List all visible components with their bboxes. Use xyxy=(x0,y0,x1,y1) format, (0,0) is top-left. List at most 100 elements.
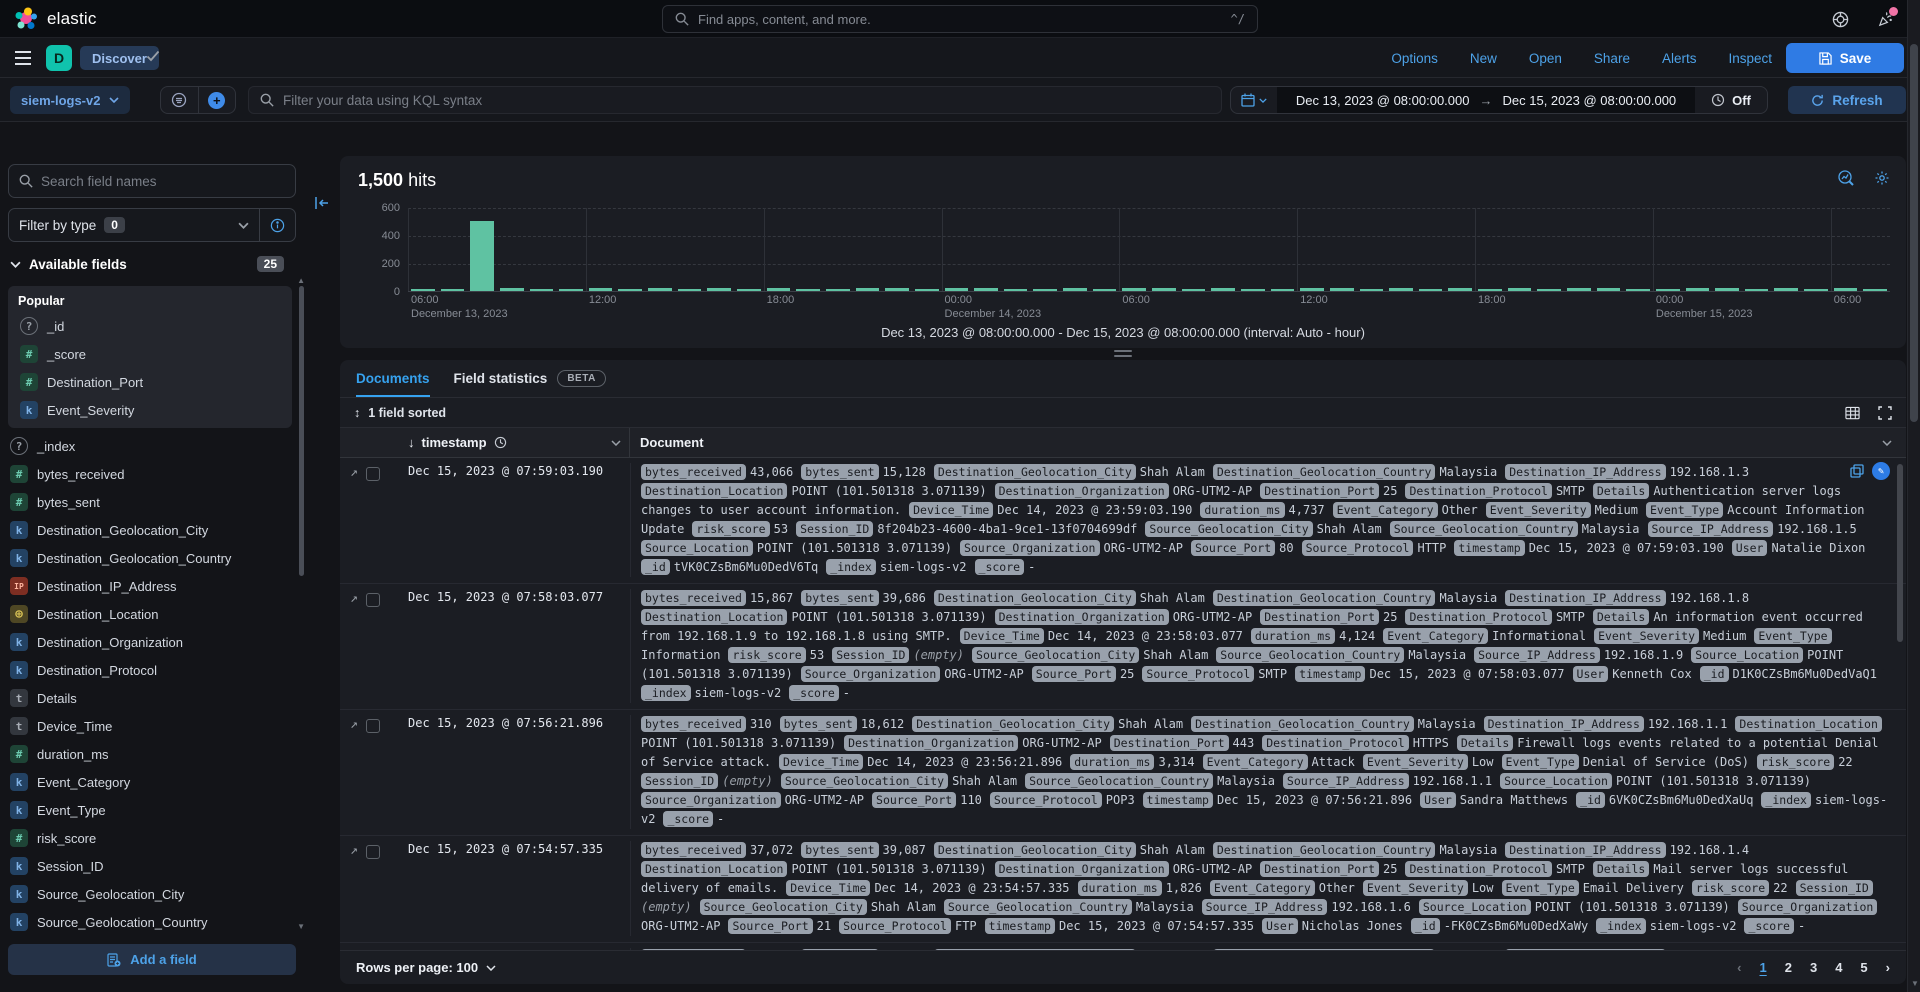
sidebar-field-Destination_Port[interactable]: #Destination_Port xyxy=(10,368,290,396)
sidebar-field-Destination_Geolocation_Country[interactable]: kDestination_Geolocation_Country xyxy=(0,544,300,572)
nav-link-inspect[interactable]: Inspect xyxy=(1728,51,1772,66)
table-row[interactable]: ↗Dec 15, 2023 @ 07:58:03.077bytes_receiv… xyxy=(340,584,1906,710)
histogram-plot[interactable]: 600400200006:00December 13, 202312:0018:… xyxy=(408,208,1890,292)
histogram-bar[interactable] xyxy=(1063,288,1087,291)
histogram-bar[interactable] xyxy=(1122,288,1146,291)
edit-cell-icon[interactable]: ✎ xyxy=(1872,462,1890,480)
histogram-bar[interactable] xyxy=(826,289,850,291)
histogram-bar[interactable] xyxy=(1300,288,1324,291)
window-scrollbar[interactable]: ▼ xyxy=(1907,0,1920,992)
histogram-bar[interactable] xyxy=(885,288,909,291)
filter-by-type-button[interactable]: Filter by type 0 xyxy=(9,217,259,233)
sidebar-field-Details[interactable]: tDetails xyxy=(0,684,300,712)
histogram-bar[interactable] xyxy=(767,288,791,291)
nav-link-new[interactable]: New xyxy=(1470,51,1497,66)
histogram-bar[interactable] xyxy=(1093,289,1117,291)
histogram-bar[interactable] xyxy=(737,289,761,291)
sidebar-field-Destination_Protocol[interactable]: kDestination_Protocol xyxy=(0,656,300,684)
page-button-1[interactable]: 1 xyxy=(1759,960,1766,975)
histogram-bar[interactable] xyxy=(1804,289,1828,291)
histogram-bar[interactable] xyxy=(1834,288,1858,291)
histogram-bar[interactable] xyxy=(856,288,880,291)
row-checkbox[interactable] xyxy=(366,719,380,733)
scroll-down-arrow[interactable]: ▼ xyxy=(1911,979,1919,988)
sidebar-field-Destination_Geolocation_City[interactable]: kDestination_Geolocation_City xyxy=(0,516,300,544)
rows-per-page-button[interactable]: Rows per page: 100 xyxy=(356,960,496,975)
histogram-bar[interactable] xyxy=(1508,288,1532,291)
global-search-input[interactable]: Find apps, content, and more. ^/ xyxy=(662,5,1258,33)
page-button-5[interactable]: 5 xyxy=(1860,960,1867,975)
sidebar-field-_index[interactable]: ?_index xyxy=(0,432,300,460)
expand-document-icon[interactable]: ↗ xyxy=(350,466,358,480)
sidebar-field-Session_ID[interactable]: kSession_ID xyxy=(0,852,300,880)
refresh-button[interactable]: Refresh xyxy=(1788,86,1906,114)
histogram-bar[interactable] xyxy=(1715,288,1739,291)
sidebar-field-_id[interactable]: ?_id xyxy=(10,312,290,340)
document-column-header[interactable]: Document xyxy=(630,435,1906,450)
sidebar-field-Event_Type[interactable]: kEvent_Type xyxy=(0,796,300,824)
nav-link-open[interactable]: Open xyxy=(1529,51,1562,66)
expand-document-icon[interactable]: ↗ xyxy=(350,718,358,732)
chart-settings-gear-icon[interactable] xyxy=(1874,170,1890,186)
histogram-bar[interactable] xyxy=(589,288,613,291)
histogram-bar[interactable] xyxy=(1626,289,1650,291)
fullscreen-icon[interactable] xyxy=(1878,406,1892,420)
histogram-bar[interactable] xyxy=(1182,289,1206,291)
histogram-bar[interactable] xyxy=(1033,289,1057,291)
page-button-4[interactable]: 4 xyxy=(1835,960,1842,975)
histogram-bar[interactable] xyxy=(1567,288,1591,291)
sidebar-field-bytes_sent[interactable]: #bytes_sent xyxy=(0,488,300,516)
row-checkbox[interactable] xyxy=(366,593,380,607)
space-avatar[interactable]: D xyxy=(46,45,72,71)
timestamp-column-header[interactable]: ↓ timestamp xyxy=(402,428,630,457)
display-options-grid-icon[interactable] xyxy=(1845,406,1860,420)
nav-link-options[interactable]: Options xyxy=(1391,51,1438,66)
add-field-button[interactable]: Add a field xyxy=(8,944,296,975)
sidebar-field-bytes_received[interactable]: #bytes_received xyxy=(0,460,300,488)
histogram-bar[interactable] xyxy=(1537,289,1561,291)
sidebar-field-Device_Time[interactable]: tDevice_Time xyxy=(0,712,300,740)
histogram-bar[interactable] xyxy=(1271,289,1295,291)
histogram-bars[interactable] xyxy=(408,208,1890,291)
histogram-bar[interactable] xyxy=(648,288,672,291)
resize-handle[interactable] xyxy=(1114,350,1132,360)
histogram-bar[interactable] xyxy=(500,288,524,291)
table-row[interactable]: ↗Dec 15, 2023 @ 07:54:18.700bytes_receiv… xyxy=(340,943,1906,950)
nav-link-share[interactable]: Share xyxy=(1594,51,1630,66)
sidebar-field-Source_Geolocation_City[interactable]: kSource_Geolocation_City xyxy=(0,880,300,908)
field-search-input[interactable]: Search field names xyxy=(8,164,296,198)
histogram-bar[interactable] xyxy=(1686,288,1710,291)
add-filter-icon[interactable]: + xyxy=(198,87,236,113)
elastic-logo[interactable]: elastic xyxy=(0,7,97,31)
histogram-bar[interactable] xyxy=(678,289,702,291)
histogram-bar[interactable] xyxy=(470,221,494,291)
histogram-bar[interactable] xyxy=(1004,289,1028,291)
histogram-bar[interactable] xyxy=(1656,289,1680,291)
histogram-bar[interactable] xyxy=(441,289,465,291)
sidebar-field-Destination_Location[interactable]: ⊕Destination_Location xyxy=(0,600,300,628)
histogram-bar[interactable] xyxy=(1211,288,1235,291)
copy-cell-icon[interactable] xyxy=(1850,464,1864,478)
page-button-2[interactable]: 2 xyxy=(1785,960,1792,975)
sorted-fields-button[interactable]: 1 field sorted xyxy=(368,406,446,420)
grid-options-chevron-icon[interactable] xyxy=(1882,440,1892,446)
auto-refresh-toggle[interactable]: Off xyxy=(1695,93,1767,108)
grid-scrollbar[interactable] xyxy=(1897,464,1903,642)
sidebar-field-risk_score[interactable]: #risk_score xyxy=(0,824,300,852)
histogram-bar[interactable] xyxy=(707,288,731,291)
menu-icon[interactable] xyxy=(14,50,32,66)
save-button[interactable]: Save xyxy=(1786,43,1904,73)
histogram-bar[interactable] xyxy=(1360,289,1384,291)
histogram-bar[interactable] xyxy=(1478,289,1502,291)
edit-visualization-icon[interactable] xyxy=(1838,170,1854,186)
histogram-bar[interactable] xyxy=(1448,288,1472,291)
histogram-bar[interactable] xyxy=(530,289,554,291)
tab-field-statistics[interactable]: Field statistics BETA xyxy=(454,360,606,397)
histogram-bar[interactable] xyxy=(1389,288,1413,291)
scrollbar-thumb[interactable] xyxy=(1910,44,1918,422)
sidebar-field-Destination_IP_Address[interactable]: IPDestination_IP_Address xyxy=(0,572,300,600)
histogram-bar[interactable] xyxy=(618,289,642,291)
sidebar-field-Event_Severity[interactable]: kEvent_Severity xyxy=(10,396,290,424)
table-row[interactable]: ↗Dec 15, 2023 @ 07:56:21.896bytes_receiv… xyxy=(340,710,1906,836)
histogram-bar[interactable] xyxy=(559,289,583,291)
